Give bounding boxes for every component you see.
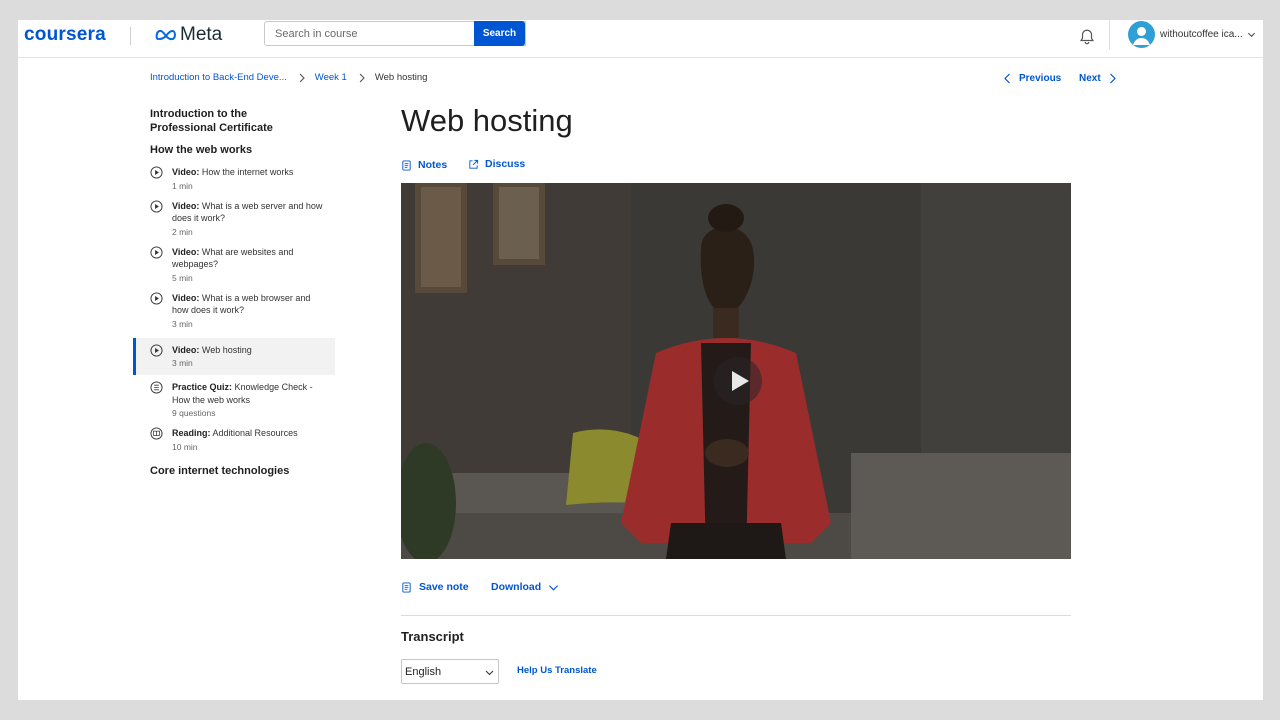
download-button[interactable]: Download (491, 581, 559, 593)
sidebar-item-how-internet-works[interactable]: Video: How the internet works 1 min (133, 166, 335, 200)
play-circle-icon (150, 343, 163, 357)
coursera-logo[interactable]: coursera (24, 24, 106, 46)
next-button[interactable]: Next (1079, 73, 1117, 84)
play-circle-icon (150, 291, 163, 305)
meta-logo-text: Meta (180, 24, 223, 45)
save-note-button[interactable]: Save note (401, 581, 469, 593)
sidebar-item-duration: 5 min (172, 272, 193, 283)
notes-icon (402, 581, 411, 593)
next-label: Next (1079, 73, 1101, 84)
sidebar-item-websites-webpages[interactable]: Video: What are websites and webpages? 5… (133, 245, 335, 292)
sidebar-item-label: Video: How the internet works (172, 167, 294, 177)
bell-icon[interactable] (1078, 28, 1096, 46)
sidebar-item-duration: 3 min (172, 318, 193, 329)
logo-divider (130, 27, 131, 45)
chevron-down-icon (549, 584, 559, 591)
chevron-right-icon (299, 73, 305, 82)
sidebar-item-label: Video: What are websites and webpages? (172, 246, 294, 270)
notes-icon (402, 159, 411, 171)
play-circle-icon (150, 166, 163, 179)
page-title: Web hosting (401, 103, 573, 138)
user-avatar-icon (1133, 27, 1150, 45)
video-player[interactable] (401, 183, 1071, 559)
chevron-left-icon (1004, 73, 1010, 84)
sidebar-section-intro[interactable]: Introduction to the Professional Certifi… (133, 107, 315, 135)
breadcrumb-course-link[interactable]: Introduction to Back-End Deve... (150, 72, 287, 83)
course-sidebar: Introduction to the Professional Certifi… (133, 107, 335, 478)
book-icon (150, 427, 163, 440)
section-divider (401, 615, 1071, 616)
quiz-icon (150, 381, 163, 394)
play-circle-icon (150, 245, 163, 259)
previous-label: Previous (1019, 73, 1062, 84)
language-value: English (405, 665, 442, 678)
external-link-icon (469, 159, 479, 169)
play-icon (732, 371, 749, 391)
sidebar-item-label: Video: What is a web browser and how doe… (172, 292, 311, 316)
help-translate-link[interactable]: Help Us Translate (517, 665, 597, 676)
play-circle-icon (150, 199, 163, 213)
sidebar-item-label: Video: Web hosting (172, 344, 252, 355)
play-button[interactable] (714, 357, 762, 405)
chevron-right-icon (1109, 73, 1116, 84)
sidebar-item-knowledge-check[interactable]: Practice Quiz: Knowledge Check - How the… (133, 375, 335, 427)
meta-logo[interactable]: Meta (155, 24, 222, 46)
sidebar-item-duration: 2 min (172, 226, 193, 237)
breadcrumb-week-link[interactable]: Week 1 (315, 72, 347, 83)
top-header: coursera Meta Search withoutcoffee ica..… (18, 20, 1263, 58)
breadcrumb-current: Web hosting (374, 72, 428, 83)
notes-label: Notes (418, 159, 448, 171)
sidebar-item-duration: 10 min (172, 441, 198, 452)
download-label: Download (491, 581, 542, 593)
sidebar-item-label: Reading: Additional Resources (172, 428, 298, 438)
chevron-right-icon (359, 73, 365, 82)
sidebar-item-label: Video: What is a web server and how does… (172, 200, 323, 224)
transcript-title: Transcript (401, 629, 464, 644)
sidebar-item-duration: 3 min (172, 358, 193, 368)
sidebar-item-web-hosting[interactable]: Video: Web hosting 3 min (133, 337, 335, 375)
sidebar-item-count: 9 questions (172, 408, 216, 418)
header-divider (1109, 20, 1110, 50)
sidebar-item-label: Practice Quiz: Knowledge Check - How the… (172, 382, 313, 405)
sidebar-item-web-server[interactable]: Video: What is a web server and how does… (133, 199, 335, 246)
sidebar-item-web-browser[interactable]: Video: What is a web browser and how doe… (133, 291, 335, 338)
discuss-button[interactable]: Discuss (468, 158, 525, 170)
app-window: coursera Meta Search withoutcoffee ica..… (18, 20, 1263, 700)
notes-button[interactable]: Notes (401, 159, 447, 171)
chevron-down-icon (485, 670, 494, 676)
chevron-down-icon[interactable] (1247, 30, 1256, 39)
sidebar-section-web[interactable]: How the web works (133, 143, 335, 157)
discuss-label: Discuss (485, 158, 526, 170)
previous-button[interactable]: Previous (1003, 73, 1061, 84)
username[interactable]: withoutcoffee ica... (1160, 29, 1243, 40)
sidebar-section-core[interactable]: Core internet technologies (133, 464, 335, 478)
search-button[interactable]: Search (474, 21, 525, 46)
meta-infinity-icon (155, 29, 176, 41)
save-note-label: Save note (419, 581, 469, 593)
search-input[interactable] (273, 26, 477, 41)
sidebar-item-additional-resources[interactable]: Reading: Additional Resources 10 min (133, 427, 335, 461)
breadcrumb: Introduction to Back-End Deve... Week 1 … (150, 72, 427, 83)
avatar[interactable] (1128, 21, 1155, 48)
sidebar-item-duration: 1 min (172, 180, 193, 191)
language-select[interactable]: English (401, 659, 499, 684)
